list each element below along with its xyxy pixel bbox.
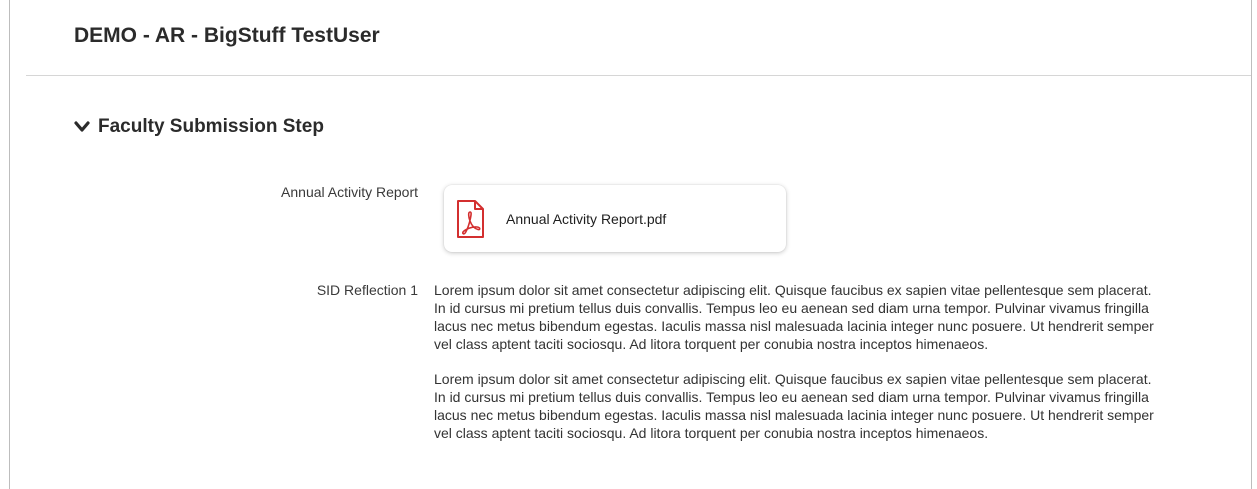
annual-activity-report-file-card[interactable]: Annual Activity Report.pdf <box>444 185 786 252</box>
sid-reflection-1-text: Lorem ipsum dolor sit amet consectetur a… <box>434 281 1164 459</box>
page-title: DEMO - AR - BigStuff TestUser <box>74 24 380 47</box>
pdf-icon <box>457 199 484 238</box>
annual-activity-report-file-name: Annual Activity Report.pdf <box>506 210 667 227</box>
page-frame: DEMO - AR - BigStuff TestUser Faculty Su… <box>9 0 1252 489</box>
annual-activity-report-label: Annual Activity Report <box>281 184 418 200</box>
faculty-submission-section-toggle[interactable]: Faculty Submission Step <box>74 116 324 138</box>
header-divider <box>26 75 1251 76</box>
sid-reflection-1-label: SID Reflection 1 <box>316 282 418 298</box>
section-title: Faculty Submission Step <box>98 116 324 137</box>
reflection-paragraph: Lorem ipsum dolor sit amet consectetur a… <box>434 282 1154 352</box>
reflection-paragraph: Lorem ipsum dolor sit amet consectetur a… <box>434 371 1154 441</box>
chevron-down-icon <box>74 121 90 132</box>
